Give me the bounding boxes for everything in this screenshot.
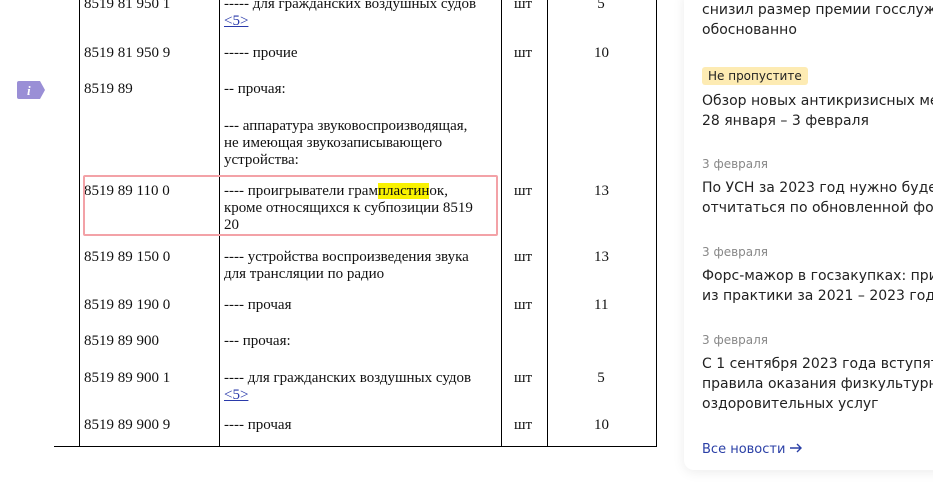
news-item[interactable]: 3 февраля По УСН за 2023 год нужно будет… <box>702 156 933 218</box>
news-item[interactable]: снизил размер премии госслужаще обоснова… <box>702 0 933 40</box>
unit: шт <box>514 370 533 386</box>
news-item-featured[interactable]: Не пропустите Обзор новых антикризисных … <box>702 65 933 131</box>
item-description: ---- устройства воспроизведения звука дл… <box>224 249 469 282</box>
news-date: 3 февраля <box>702 157 769 171</box>
news-item[interactable]: 3 февраля Форс-мажор в госзакупках: прим… <box>702 244 933 306</box>
highlighted-row-frame <box>83 175 498 236</box>
duty-rate: 10 <box>594 417 609 433</box>
dont-miss-badge: Не пропустите <box>702 67 808 85</box>
tnved-code: 8519 81 950 1 <box>84 0 171 12</box>
footnote-link[interactable]: <5> <box>224 13 248 29</box>
tnved-code: 8519 89 900 1 <box>84 370 171 386</box>
info-icon[interactable]: i <box>16 80 46 100</box>
unit: шт <box>514 183 533 199</box>
item-description: ---- прочая <box>224 417 292 433</box>
tnved-code: 8519 89 190 0 <box>84 297 171 313</box>
footnote-link[interactable]: <5> <box>224 387 248 403</box>
unit: шт <box>514 417 533 433</box>
duty-rate: 13 <box>594 183 609 199</box>
item-description: ---- прочая <box>224 297 292 313</box>
arrow-right-icon <box>789 442 803 457</box>
item-description: -- прочая: <box>224 81 286 97</box>
duty-rate: 11 <box>594 297 609 313</box>
duty-rate: 5 <box>597 0 605 12</box>
item-description: ---- для гражданских воздушных судов <5> <box>224 370 472 403</box>
all-news-link[interactable]: Все новости <box>702 442 803 457</box>
unit: шт <box>514 45 533 61</box>
item-description: ----- прочие <box>224 45 298 61</box>
duty-rate: 10 <box>594 45 609 61</box>
item-description: --- прочая: <box>224 333 291 349</box>
tnved-code: 8519 89 150 0 <box>84 249 171 265</box>
svg-text:i: i <box>27 83 31 98</box>
news-item[interactable]: 3 февраля С 1 сентября 2023 года вступят… <box>702 332 933 414</box>
unit: шт <box>514 249 533 265</box>
item-description: ----- для гражданских воздушных судов <5… <box>224 0 477 29</box>
tnved-code: 8519 89 900 <box>84 333 159 349</box>
duty-rate: 5 <box>597 370 605 386</box>
news-date: 3 февраля <box>702 245 769 259</box>
tnved-code: 8519 89 <box>84 81 133 97</box>
tnved-code: 8519 81 950 9 <box>84 45 171 61</box>
item-description: --- аппаратура звуковоспроизводящая, не … <box>224 118 468 168</box>
news-date: 3 февраля <box>702 333 769 347</box>
news-panel: снизил размер премии госслужаще обоснова… <box>684 0 933 470</box>
unit: шт <box>514 297 533 313</box>
unit: шт <box>514 0 533 12</box>
duty-rate: 13 <box>594 249 609 265</box>
tnved-code: 8519 89 900 9 <box>84 417 171 433</box>
